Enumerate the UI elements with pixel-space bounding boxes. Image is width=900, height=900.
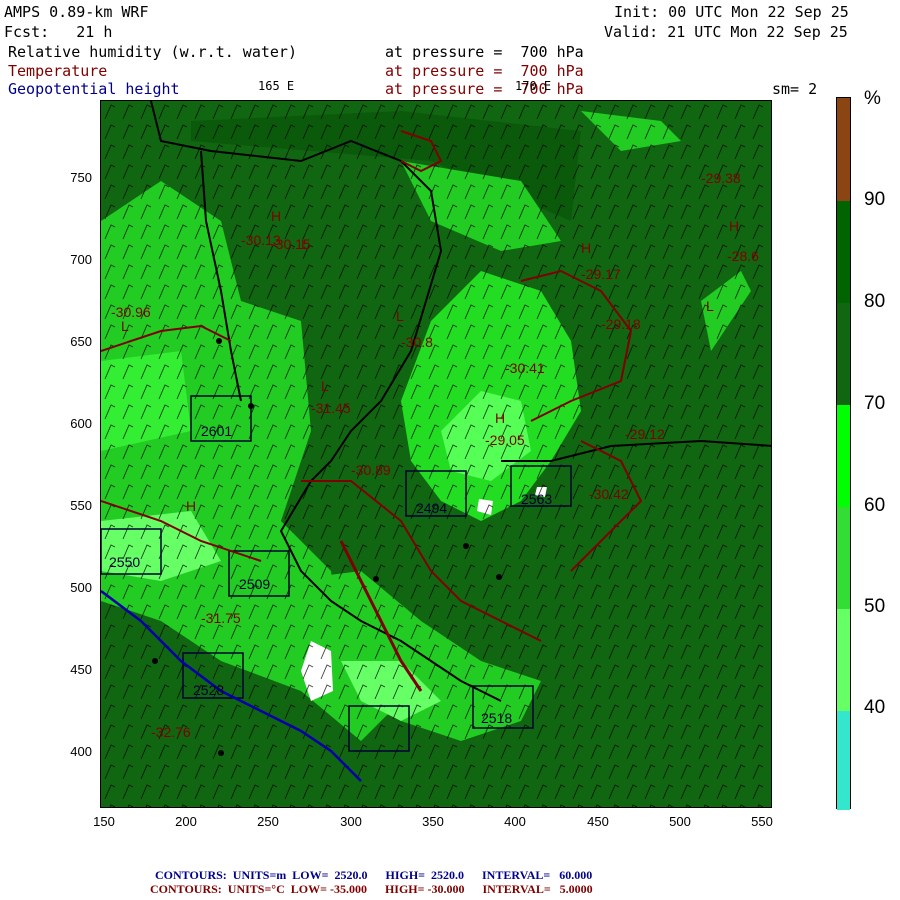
- x-tick: 300: [340, 814, 362, 829]
- field2-name: Temperature: [8, 62, 108, 80]
- y-tick: 750: [70, 170, 92, 185]
- high-marker: H: [729, 218, 739, 234]
- temperature-label: -31.75: [201, 610, 241, 626]
- height-label: 2563: [521, 491, 552, 507]
- colorbar-segment-80-90: [837, 201, 850, 303]
- low-marker: L: [321, 378, 329, 394]
- temperature-label: -31.45: [311, 400, 351, 416]
- y-tick: 550: [70, 498, 92, 513]
- colorbar-segment-70-80: [837, 303, 850, 405]
- field3-name: Geopotential height: [8, 80, 180, 98]
- temperature-label: -29.12: [625, 426, 665, 442]
- field1-level: at pressure = 700 hPa: [385, 43, 584, 61]
- smoothing-label: sm= 2: [772, 80, 818, 98]
- height-label: 2601: [201, 423, 232, 439]
- humidity-map: L H H H L H H L L L -29.38 -29.17 -28.6 …: [100, 100, 772, 808]
- high-marker: H: [581, 240, 591, 256]
- temperature-label: -29.38: [701, 170, 741, 186]
- x-tick: 400: [504, 814, 526, 829]
- longitude-label-165e: 165 E: [258, 79, 295, 93]
- colorbar-label: 60: [864, 495, 886, 516]
- colorbar-segment-30-40: [837, 711, 850, 810]
- high-marker: H: [495, 410, 505, 426]
- station-marker: [218, 750, 224, 756]
- init-time: Init: 00 UTC Mon 22 Sep 25: [614, 3, 849, 21]
- y-tick: 600: [70, 416, 92, 431]
- field3-level: at pressure = 700 hPa: [385, 80, 584, 98]
- x-tick: 500: [669, 814, 691, 829]
- height-label: 2494: [416, 500, 447, 516]
- high-marker: H: [186, 498, 196, 514]
- colorbar-segment-50-60: [837, 507, 850, 609]
- station-marker: [496, 574, 502, 580]
- station-marker: [373, 576, 379, 582]
- y-tick: 700: [70, 252, 92, 267]
- temperature-label: -29.18: [601, 316, 641, 332]
- valid-time: Valid: 21 UTC Mon 22 Sep 25: [604, 23, 848, 41]
- station-marker: [216, 338, 222, 344]
- temperature-label: -30.96: [111, 304, 151, 320]
- low-marker: L: [396, 308, 404, 324]
- colorbar-label: 40: [864, 697, 886, 718]
- y-tick: 650: [70, 334, 92, 349]
- y-tick: 450: [70, 662, 92, 677]
- longitude-label-170e: 170 E: [515, 79, 552, 93]
- height-label: 2509: [239, 576, 270, 592]
- x-tick: 350: [422, 814, 444, 829]
- map-canvas: L H H H L H H L L L -29.38 -29.17 -28.6 …: [101, 101, 771, 807]
- colorbar-label: 80: [864, 291, 886, 312]
- colorbar-segment-40-50: [837, 609, 850, 711]
- y-tick: 500: [70, 580, 92, 595]
- field1-name: Relative humidity (w.r.t. water): [8, 43, 297, 61]
- station-marker: [248, 403, 254, 409]
- colorbar-label: 50: [864, 596, 886, 617]
- x-tick: 450: [587, 814, 609, 829]
- x-tick: 550: [751, 814, 773, 829]
- temperature-label: -30.41: [505, 360, 545, 376]
- temperature-label: -29.17: [581, 266, 621, 282]
- temperature-contour-info: CONTOURS: UNITS=°C LOW= -35.000 HIGH= -3…: [150, 882, 593, 896]
- model-title: AMPS 0.89-km WRF: [4, 3, 149, 21]
- temperature-label: -30.42: [589, 486, 629, 502]
- colorbar-label: 90: [864, 189, 886, 210]
- height-label: 2550: [109, 554, 140, 570]
- height-label: 2518: [481, 710, 512, 726]
- forecast-hour: Fcst: 21 h: [4, 23, 113, 41]
- low-marker: L: [121, 318, 129, 334]
- station-marker: [152, 658, 158, 664]
- colorbar-label: 70: [864, 393, 886, 414]
- colorbar-unit: %: [864, 88, 881, 109]
- temperature-label: -30.13: [241, 232, 281, 248]
- high-marker: H: [271, 208, 281, 224]
- x-tick: 200: [175, 814, 197, 829]
- colorbar-segment-60-70: [837, 405, 850, 507]
- height-label: 2528: [193, 682, 224, 698]
- wind-barbs: [101, 101, 771, 807]
- temperature-label: -28.6: [727, 248, 759, 264]
- field2-level: at pressure = 700 hPa: [385, 62, 584, 80]
- y-tick: 400: [70, 744, 92, 759]
- height-contour-info: CONTOURS: UNITS=m LOW= 2520.0 HIGH= 2520…: [155, 868, 593, 882]
- temperature-label: -30.8: [401, 334, 433, 350]
- station-marker: [463, 543, 469, 549]
- colorbar-segment-90-100: [837, 98, 850, 201]
- low-marker: L: [706, 298, 714, 314]
- temperature-label: -30.89: [351, 462, 391, 478]
- colorbar: [836, 97, 851, 810]
- temperature-label: -29.05: [485, 432, 525, 448]
- x-tick: 250: [257, 814, 279, 829]
- x-tick: 150: [93, 814, 115, 829]
- temperature-label: -32.76: [151, 724, 191, 740]
